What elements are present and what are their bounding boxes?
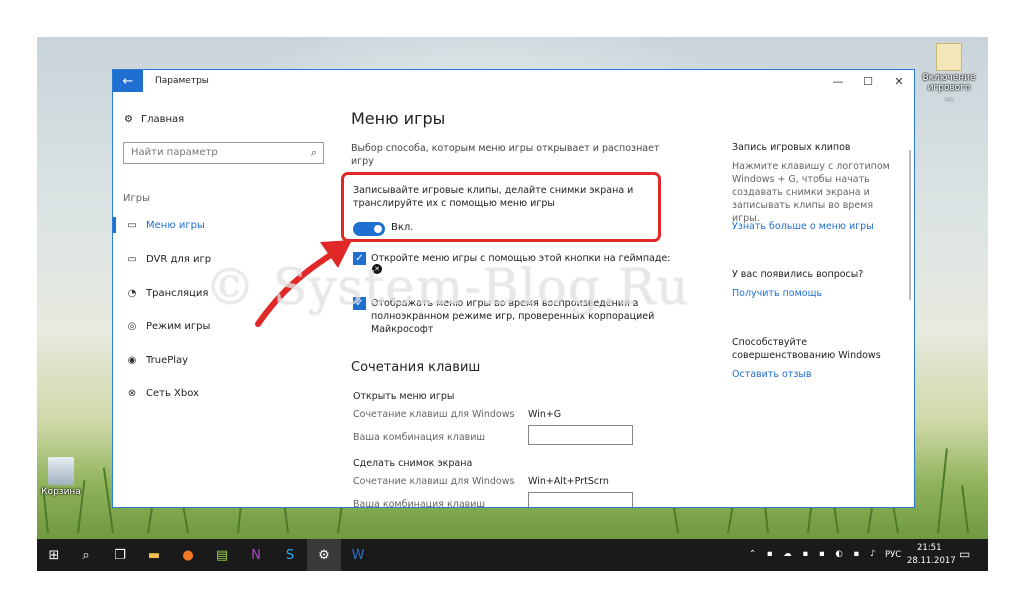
- learn-more-link[interactable]: Узнать больше о меню игры: [732, 221, 874, 232]
- get-help-link[interactable]: Получить помощь: [732, 288, 822, 299]
- nav-home[interactable]: ⚙ Главная: [124, 114, 184, 125]
- notifications-icon[interactable]: ▭: [959, 547, 970, 561]
- desktop-icon-file-label: Включение игрового ...: [922, 73, 976, 103]
- page-title: Меню игры: [351, 109, 446, 128]
- related-panel: Запись игровых клипов Нажмите клавишу с …: [732, 92, 912, 507]
- toggle-knob: [374, 225, 382, 233]
- close-button[interactable]: ✕: [884, 70, 914, 92]
- sidebar-item-label: Режим игры: [146, 320, 211, 332]
- watermark: © System-Blog.Ru: [205, 258, 690, 316]
- grass-blade: [961, 485, 969, 534]
- related-text: Нажмите клавишу с логотипом Windows + G,…: [732, 161, 890, 224]
- skype-icon[interactable]: S: [273, 539, 307, 571]
- firefox-icon[interactable]: ●: [171, 539, 205, 571]
- minimize-button[interactable]: —: [823, 70, 853, 92]
- nav-group-title: Игры: [123, 193, 150, 204]
- questions-title: У вас появились вопросы?: [732, 269, 864, 280]
- sidebar-item-trueplay[interactable]: ◉ TruePlay: [113, 350, 343, 370]
- open-menu-heading: Открыть меню игры: [353, 391, 455, 402]
- maximize-button[interactable]: ☐: [853, 70, 883, 92]
- recycle-bin-label: Корзина: [41, 487, 81, 497]
- language-indicator[interactable]: РУС: [885, 550, 901, 560]
- recycle-bin-icon: [48, 457, 74, 485]
- screenshot-win-value: Win+Alt+PrtScrn: [528, 476, 609, 487]
- grass-blade: [937, 448, 948, 534]
- search-input[interactable]: Найти параметр ⌕: [123, 142, 324, 164]
- window-title: Параметры: [155, 76, 209, 86]
- sidebar-item-xbox-networking[interactable]: ⊗ Сеть Xbox: [113, 383, 343, 403]
- settings-taskbar-icon[interactable]: ⚙: [307, 539, 341, 571]
- related-title: Запись игровых клипов: [732, 142, 851, 153]
- page-description: Выбор способа, которым меню игры открыва…: [351, 143, 660, 167]
- broadcast-icon: ◔: [127, 287, 137, 299]
- taskbar: ⊞ ⌕ ❐ ▬ ● ▤ N S ⚙ W ⌃ ▪ ☁ ▪ ▪ ◐ ▪ ♪ РУС …: [37, 539, 988, 571]
- screenshot-win-label: Сочетание клавиш для Windows: [353, 476, 515, 487]
- feedback-link[interactable]: Оставить отзыв: [732, 369, 811, 380]
- open-menu-win-label: Сочетание клавиш для Windows: [353, 409, 515, 420]
- task-view-icon[interactable]: ❐: [103, 539, 137, 571]
- tray-icons[interactable]: ⌃ ▪ ☁ ▪ ▪ ◐ ▪ ♪: [749, 549, 879, 559]
- nav-home-label: Главная: [140, 114, 185, 125]
- desktop-icon-recycle-bin[interactable]: Корзина: [37, 457, 88, 497]
- search-placeholder: Найти параметр: [131, 147, 218, 158]
- toggle-label: Записывайте игровые клипы, делайте снимк…: [353, 185, 634, 209]
- game-mode-icon: ◎: [127, 320, 137, 332]
- open-menu-custom-label: Ваша комбинация клавиш: [353, 432, 486, 443]
- sidebar-item-label: DVR для игр: [146, 253, 212, 265]
- trueplay-icon: ◉: [127, 354, 137, 366]
- gear-icon: ⚙: [124, 114, 133, 125]
- back-button[interactable]: ←: [113, 70, 143, 92]
- onenote-icon[interactable]: N: [239, 539, 273, 571]
- screenshot-heading: Сделать снимок экрана: [353, 458, 473, 469]
- sidebar-item-label: TruePlay: [146, 354, 189, 366]
- search-icon[interactable]: ⌕: [69, 539, 103, 571]
- notepad-icon[interactable]: ▤: [205, 539, 239, 571]
- clock-date[interactable]: 28.11.2017: [907, 556, 956, 566]
- search-icon[interactable]: ⌕: [311, 146, 317, 160]
- screenshot-custom-label: Ваша комбинация клавиш: [353, 499, 486, 508]
- clock-time[interactable]: 21:51: [917, 543, 942, 553]
- game-bar-icon: ▭: [127, 219, 137, 231]
- start-button[interactable]: ⊞: [39, 539, 69, 571]
- improve-title: Способствуйте совершенствованию Windows: [732, 337, 881, 361]
- shortcuts-title: Сочетания клавиш: [351, 360, 481, 375]
- title-bar: ← Параметры — ☐ ✕: [113, 70, 914, 92]
- open-menu-custom-input[interactable]: [528, 425, 633, 445]
- dvr-icon: ▭: [127, 253, 137, 265]
- toggle-state: Вкл.: [391, 222, 414, 233]
- file-icon: [936, 43, 962, 71]
- sidebar-item-label: Меню игры: [146, 219, 205, 231]
- open-menu-win-value: Win+G: [528, 409, 562, 420]
- desktop-icon-file[interactable]: Включение игрового ...: [922, 43, 976, 103]
- screenshot-custom-input[interactable]: [528, 492, 633, 507]
- sidebar-item-label: Сеть Xbox: [146, 387, 199, 399]
- sidebar-item-label: Трансляция: [146, 287, 209, 299]
- word-icon[interactable]: W: [341, 539, 375, 571]
- grass-blade: [42, 493, 49, 534]
- file-explorer-icon[interactable]: ▬: [137, 539, 171, 571]
- xbox-icon: ⊗: [127, 387, 137, 399]
